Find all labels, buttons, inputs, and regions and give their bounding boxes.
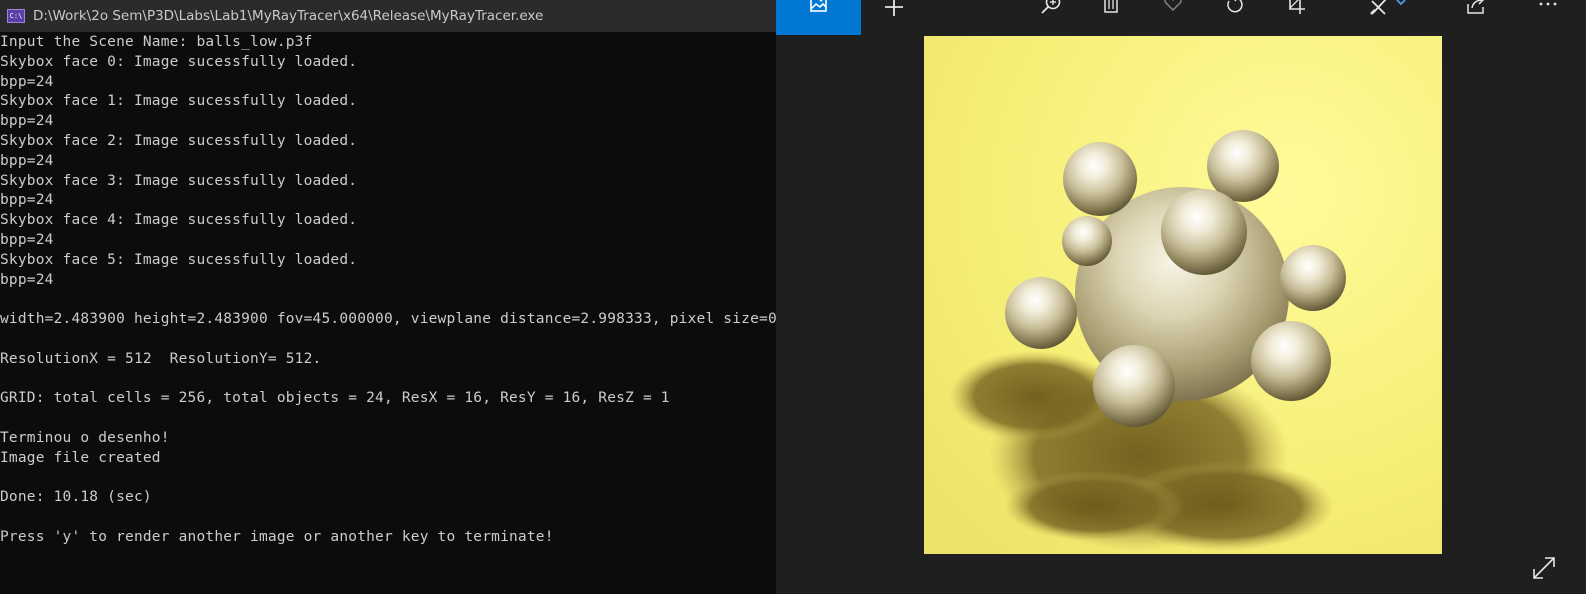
- console-line: bpp=24: [0, 192, 54, 209]
- console-line: Skybox face 5: Image sucessfully loaded.: [0, 251, 358, 268]
- console-window[interactable]: C:\ D:\Work\2o Sem\P3D\Labs\Lab1\MyRayTr…: [0, 0, 776, 594]
- console-line: GRID: total cells = 256, total objects =…: [0, 390, 670, 407]
- console-line: bpp=24: [0, 231, 54, 248]
- console-line: Skybox face 2: Image sucessfully loaded.: [0, 132, 358, 149]
- console-line: Terminou o desenho!: [0, 429, 170, 446]
- console-line: Skybox face 1: Image sucessfully loaded.: [0, 93, 358, 110]
- console-line: bpp=24: [0, 113, 54, 130]
- console-output[interactable]: Input the Scene Name: balls_low.p3f Skybo…: [0, 33, 776, 548]
- raytraced-balls-image: [924, 36, 1442, 554]
- console-line: Skybox face 4: Image sucessfully loaded.: [0, 212, 358, 229]
- view-image-button[interactable]: [776, 0, 861, 35]
- share-button[interactable]: [1456, 0, 1496, 35]
- more-button[interactable]: [1528, 0, 1568, 35]
- expand-icon: [1533, 557, 1555, 579]
- share-icon: [1467, 0, 1485, 14]
- delete-icon: [1104, 0, 1118, 13]
- heart-icon: [1164, 0, 1182, 11]
- zoom-button[interactable]: [1031, 0, 1071, 35]
- console-line: ResolutionX = 512 ResolutionY= 512.: [0, 350, 322, 367]
- console-line: Skybox face 3: Image sucessfully loaded.: [0, 172, 358, 189]
- favorite-button[interactable]: [1153, 0, 1193, 35]
- console-line: Input the Scene Name: balls_low.p3f: [0, 34, 313, 50]
- console-title: D:\Work\2o Sem\P3D\Labs\Lab1\MyRayTracer…: [33, 8, 544, 24]
- photo-viewer-window[interactable]: [776, 0, 1586, 594]
- console-line: width=2.483900 height=2.483900 fov=45.00…: [0, 311, 776, 328]
- console-line: bpp=24: [0, 271, 54, 288]
- add-button[interactable]: [874, 0, 914, 35]
- console-app-icon: C:\: [7, 9, 25, 23]
- console-line: Press 'y' to render another image or ano…: [0, 528, 554, 545]
- plus-icon: [885, 0, 903, 16]
- console-line: Done: 10.18 (sec): [0, 489, 152, 506]
- console-line: bpp=24: [0, 73, 54, 90]
- zoom-in-icon: [1041, 0, 1061, 14]
- edit-icon: [1370, 0, 1387, 15]
- delete-button[interactable]: [1091, 0, 1131, 35]
- console-line: bpp=24: [0, 152, 54, 169]
- rendered-image[interactable]: [924, 36, 1442, 554]
- more-icon: [1539, 2, 1557, 6]
- edit-button[interactable]: [1364, 0, 1412, 35]
- crop-icon: [1289, 0, 1305, 14]
- chevron-down-icon: [1396, 0, 1406, 6]
- rotate-icon: [1227, 0, 1243, 13]
- console-line: Skybox face 0: Image sucessfully loaded.: [0, 53, 358, 70]
- console-titlebar[interactable]: C:\ D:\Work\2o Sem\P3D\Labs\Lab1\MyRayTr…: [0, 0, 776, 32]
- console-line: Image file created: [0, 449, 161, 466]
- desktop: C:\ D:\Work\2o Sem\P3D\Labs\Lab1\MyRayTr…: [0, 0, 1586, 594]
- rotate-button[interactable]: [1215, 0, 1255, 35]
- viewer-toolbar: [776, 0, 1586, 35]
- image-icon: [809, 0, 827, 12]
- fullscreen-button[interactable]: [1528, 552, 1560, 584]
- crop-button[interactable]: [1276, 0, 1316, 35]
